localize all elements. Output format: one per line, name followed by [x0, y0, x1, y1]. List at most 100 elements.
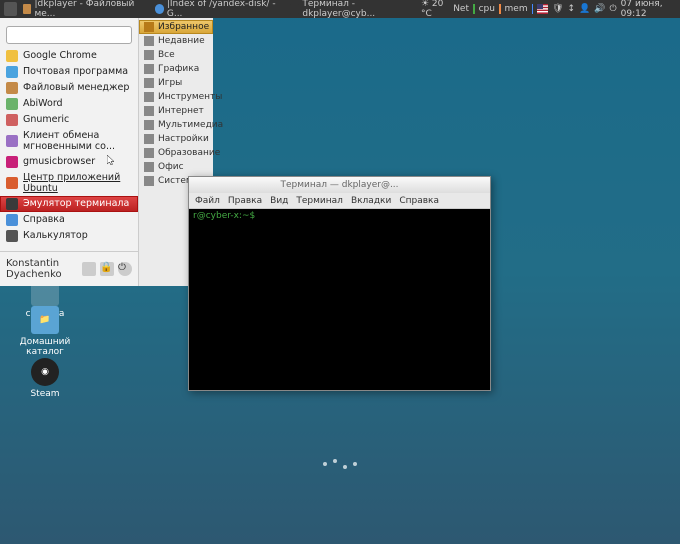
- taskbar-window-2[interactable]: |Index of /yandex-disk/ - G...: [151, 0, 285, 20]
- dot-icon: [343, 465, 347, 469]
- category-item[interactable]: Настройки: [139, 132, 213, 146]
- search-input[interactable]: [6, 26, 132, 44]
- power-icon[interactable]: ⏻: [610, 4, 617, 14]
- terminal-menu-item[interactable]: Терминал: [296, 196, 343, 206]
- window-titlebar[interactable]: Терминал — dkplayer@...: [189, 177, 490, 193]
- category-item[interactable]: Все: [139, 48, 213, 62]
- app-item[interactable]: gmusicbrowser: [0, 154, 138, 170]
- network-icon[interactable]: ↕: [568, 4, 576, 14]
- sound-icon[interactable]: 🔊: [594, 4, 605, 14]
- settings-icon[interactable]: [82, 262, 96, 276]
- desktop-icon-steam[interactable]: ◉ Steam: [15, 358, 75, 399]
- net-bar-icon: [473, 4, 475, 14]
- taskbar-right-group: ☀ 20 °C Net cpu mem 🛡 ↕ 👤 🔊 ⏻ 07 июня, 0…: [421, 0, 676, 19]
- terminal-menu-item[interactable]: Файл: [195, 196, 220, 206]
- category-item[interactable]: Офис: [139, 160, 213, 174]
- app-icon: [6, 114, 18, 126]
- category-item[interactable]: Графика: [139, 62, 213, 76]
- updates-icon[interactable]: 🛡: [552, 4, 563, 14]
- app-icon: [6, 135, 18, 147]
- app-item[interactable]: Калькулятор: [0, 228, 138, 244]
- app-item[interactable]: Файловый менеджер: [0, 80, 138, 96]
- app-label: Почтовая программа: [23, 66, 128, 77]
- category-icon: [144, 78, 154, 88]
- loading-indicator: [323, 462, 357, 469]
- category-item[interactable]: Мультимедиа: [139, 118, 213, 132]
- app-item[interactable]: AbiWord: [0, 96, 138, 112]
- terminal-menu-item[interactable]: Справка: [399, 196, 439, 206]
- category-icon: [144, 134, 154, 144]
- app-item[interactable]: Клиент обмена мгновенными со...: [0, 128, 138, 154]
- category-label: Избранное: [158, 22, 209, 32]
- category-label: Все: [158, 50, 175, 60]
- lock-icon[interactable]: 🔒: [100, 262, 114, 276]
- category-item[interactable]: Избранное: [139, 20, 213, 34]
- app-menu-favorites-pane: Google Chrome Почтовая программа Файловый …: [0, 18, 138, 286]
- dot-icon: [353, 462, 357, 466]
- net-indicator[interactable]: Net: [453, 4, 469, 14]
- category-icon: [144, 64, 154, 74]
- app-label: Клиент обмена мгновенными со...: [23, 130, 132, 152]
- app-icon: [6, 82, 18, 94]
- dot-icon: [333, 459, 337, 463]
- app-icon: [6, 230, 18, 242]
- terminal-menu-item[interactable]: Вид: [270, 196, 288, 206]
- category-item[interactable]: Игры: [139, 76, 213, 90]
- app-item[interactable]: Эмулятор терминала: [0, 196, 138, 212]
- app-icon: [6, 50, 18, 62]
- footer-action-group: 🔒 ⏻: [82, 262, 132, 276]
- app-icon: [6, 98, 18, 110]
- mem-bar-icon: [532, 4, 534, 14]
- category-item[interactable]: Инструменты: [139, 90, 213, 104]
- terminal-body[interactable]: r@cyber-x:~$: [189, 209, 490, 390]
- app-icon: [6, 66, 18, 78]
- window-title: Терминал — dkplayer@...: [280, 180, 398, 190]
- category-label: Мультимедиа: [158, 120, 223, 130]
- app-label: Центр приложений Ubuntu: [23, 172, 132, 194]
- desktop-icon-label: Домашний каталог: [15, 337, 75, 357]
- terminal-menubar: Файл Правка Вид Терминал Вкладки Справка: [189, 193, 490, 209]
- menu-footer: Konstantin Dyachenko 🔒 ⏻: [0, 251, 138, 286]
- category-item[interactable]: Образование: [139, 146, 213, 160]
- terminal-window: Терминал — dkplayer@... Файл Правка Вид Тер…: [188, 176, 491, 391]
- category-icon: [144, 162, 154, 172]
- app-item[interactable]: Gnumeric: [0, 112, 138, 128]
- category-icon: [144, 50, 154, 60]
- cpu-indicator[interactable]: cpu: [479, 4, 495, 14]
- desktop-icon-home[interactable]: 📁 Домашний каталог: [15, 306, 75, 357]
- taskbar-left-group: |dkplayer - Файловый ме... |Index of /ya…: [4, 0, 421, 20]
- taskbar-window-3[interactable]: Терминал - dkplayer@cyb...: [286, 0, 421, 20]
- chrome-icon: [155, 4, 164, 14]
- weather-widget[interactable]: ☀ 20 °C: [421, 0, 449, 19]
- app-item[interactable]: Почтовая программа: [0, 64, 138, 80]
- app-item[interactable]: Google Chrome: [0, 48, 138, 64]
- user-icon[interactable]: 👤: [579, 4, 590, 14]
- category-item[interactable]: Недавние: [139, 34, 213, 48]
- application-menu: Google Chrome Почтовая программа Файловый …: [0, 18, 213, 286]
- app-label: Файловый менеджер: [23, 82, 129, 93]
- category-label: Игры: [158, 78, 182, 88]
- datetime[interactable]: 07 июня, 09:12: [621, 0, 676, 19]
- folder-icon: 📁: [31, 306, 59, 334]
- category-label: Графика: [158, 64, 199, 74]
- app-icon: [6, 177, 18, 189]
- top-taskbar: |dkplayer - Файловый ме... |Index of /ya…: [0, 0, 680, 18]
- category-icon: [144, 176, 154, 186]
- terminal-menu-item[interactable]: Вкладки: [351, 196, 391, 206]
- app-item[interactable]: Центр приложений Ubuntu: [0, 170, 138, 196]
- terminal-menu-item[interactable]: Правка: [228, 196, 262, 206]
- power-icon[interactable]: ⏻: [118, 262, 132, 276]
- start-menu-icon[interactable]: [4, 2, 17, 16]
- taskbar-window-1[interactable]: |dkplayer - Файловый ме...: [19, 0, 149, 20]
- category-icon: [144, 22, 154, 32]
- category-item[interactable]: Интернет: [139, 104, 213, 118]
- category-label: Образование: [158, 148, 220, 158]
- app-label: Gnumeric: [23, 114, 69, 125]
- app-label: Эмулятор терминала: [23, 198, 129, 209]
- app-icon: [6, 214, 18, 226]
- app-item[interactable]: Справка: [0, 212, 138, 228]
- category-label: Недавние: [158, 36, 205, 46]
- keyboard-layout-icon[interactable]: [537, 4, 548, 14]
- search-container: [0, 18, 138, 48]
- mem-indicator[interactable]: mem: [505, 4, 528, 14]
